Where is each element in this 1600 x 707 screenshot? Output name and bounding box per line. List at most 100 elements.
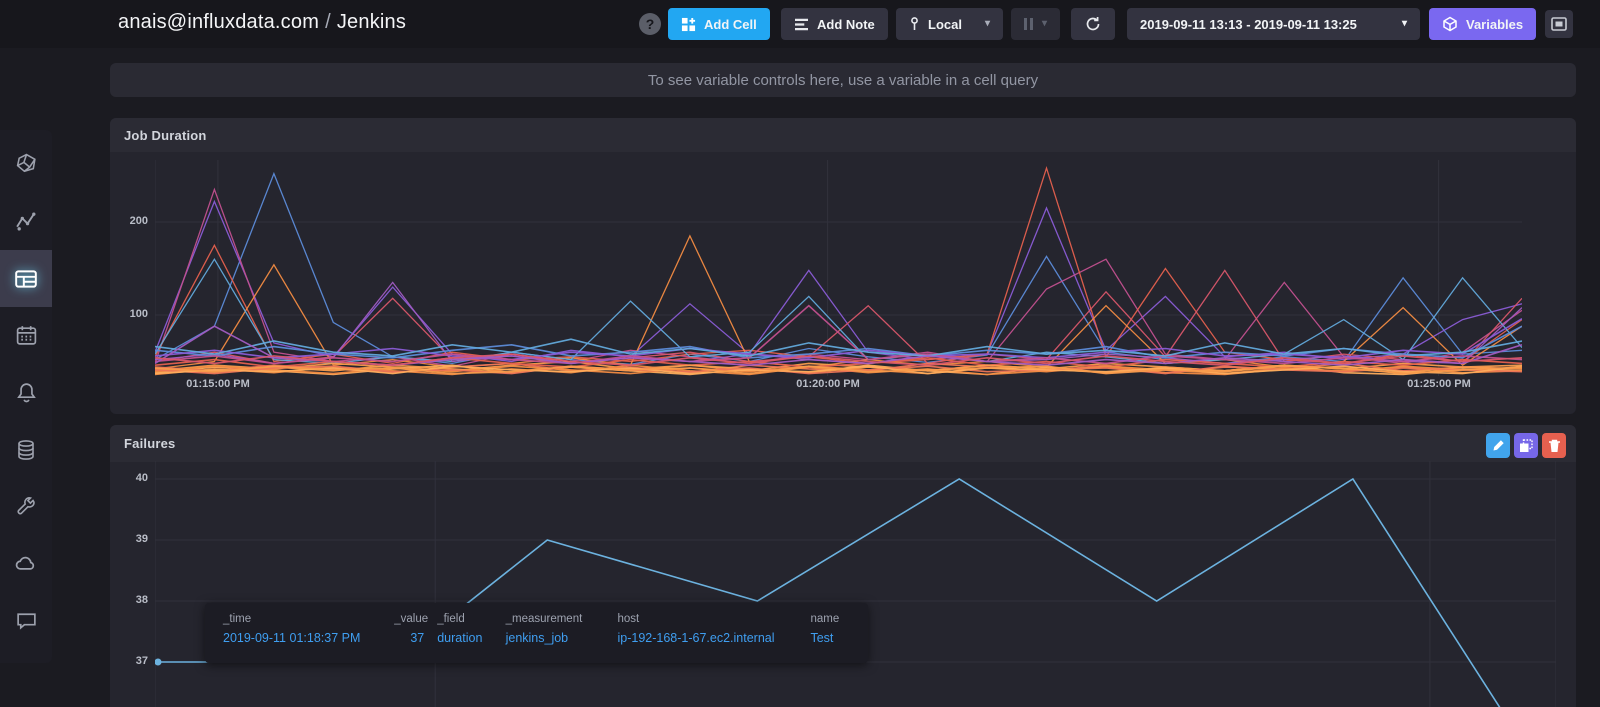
sidebar-item-alerts[interactable] — [0, 364, 52, 421]
breadcrumb-dashboard-name: Jenkins — [336, 11, 407, 33]
tooltip-column-label: _value — [394, 613, 429, 625]
pause-refresh-dropdown[interactable]: ▾ — [1011, 8, 1061, 40]
bell-icon — [16, 383, 36, 403]
timezone-label: Local — [928, 16, 962, 32]
failures-plot[interactable] — [155, 461, 1556, 707]
tooltip-column-value: 2019-09-11 01:18:37 PM — [223, 631, 361, 645]
left-nav-sidebar — [0, 130, 52, 663]
sidebar-item-load-data[interactable] — [0, 421, 52, 478]
y-axis-tick-label: 37 — [135, 655, 148, 667]
note-lines-icon — [795, 18, 808, 30]
add-note-label: Add Note — [817, 16, 875, 32]
add-cell-button[interactable]: Add Cell — [668, 8, 770, 40]
series-line — [155, 477, 1501, 707]
variables-notice-bar: To see variable controls here, use a var… — [110, 63, 1576, 97]
presentation-mode-icon — [1551, 17, 1567, 31]
refresh-icon — [1086, 17, 1100, 31]
pencil-icon — [1492, 440, 1504, 451]
variables-label: Variables — [1466, 16, 1524, 32]
trash-icon — [1548, 439, 1560, 452]
breadcrumb[interactable]: anais@influxdata.com / Jenkins — [118, 11, 406, 34]
tooltip-column-label: name — [810, 613, 840, 625]
add-cell-label: Add Cell — [704, 16, 757, 32]
cell-failures: Failures 40 39 38 37 _time 2019-09-11 01… — [110, 425, 1576, 707]
database-icon — [18, 439, 34, 460]
y-axis-tick-label: 38 — [135, 594, 148, 606]
cell-title: Failures — [124, 436, 176, 451]
x-axis-tick-label: 01:25:00 PM — [1407, 378, 1471, 390]
help-button[interactable]: ? — [639, 13, 661, 35]
variables-notice-text: To see variable controls here, use a var… — [647, 71, 1039, 89]
x-axis-tick-label: 01:15:00 PM — [186, 378, 250, 390]
delete-cell-button[interactable] — [1542, 433, 1566, 458]
variables-button[interactable]: Variables — [1429, 8, 1537, 40]
calendar-icon — [16, 326, 36, 345]
question-icon: ? — [645, 16, 655, 32]
tooltip-column: _time 2019-09-11 01:18:37 PM — [223, 613, 381, 653]
manual-refresh-button[interactable] — [1071, 8, 1115, 40]
sidebar-item-data-explorer[interactable] — [0, 193, 52, 250]
breadcrumb-separator: / — [325, 11, 331, 33]
duplicate-icon — [1520, 438, 1533, 452]
duplicate-cell-button[interactable] — [1514, 433, 1538, 458]
dashboards-icon — [15, 269, 37, 288]
y-axis-tick-label: 200 — [129, 215, 148, 227]
sidebar-item-influxdb-logo[interactable] — [0, 136, 52, 193]
cube-icon — [1443, 16, 1457, 32]
tooltip-column-value: 37 — [410, 631, 425, 645]
tooltip-column-value: duration — [437, 631, 483, 645]
y-axis-tick-label: 40 — [135, 472, 148, 484]
tooltip-column-value: jenkins_job — [505, 631, 569, 645]
chevron-down-icon: ▾ — [984, 18, 990, 29]
tooltip-column-value: Test — [810, 631, 834, 645]
y-axis-tick-label: 39 — [135, 533, 148, 545]
tooltip-column: _measurement jenkins_job — [506, 613, 605, 653]
series-line — [155, 234, 1522, 370]
chevron-down-icon: ▾ — [1401, 18, 1407, 29]
presentation-mode-button[interactable] — [1545, 10, 1573, 38]
sidebar-item-dashboards[interactable] — [0, 250, 52, 307]
series-line — [155, 165, 1522, 365]
x-axis-tick-label: 01:20:00 PM — [796, 378, 860, 390]
edit-cell-button[interactable] — [1486, 433, 1510, 458]
influxdb-dashboard-screen: anais@influxdata.com / Jenkins ? Add Cell … — [0, 0, 1600, 707]
wrench-icon — [17, 496, 35, 514]
cell-failures-header[interactable]: Failures — [110, 425, 1576, 462]
sidebar-item-cloud[interactable] — [0, 535, 52, 592]
tooltip-column: name Test — [810, 613, 850, 653]
add-cell-grid-icon — [681, 17, 696, 31]
tooltip-column: _value 37 — [394, 613, 429, 653]
cell-job-duration-header[interactable]: Job Duration — [110, 118, 1576, 152]
series-line — [155, 269, 1522, 365]
chat-bubble-icon — [16, 613, 36, 630]
chevron-down-icon: ▾ — [1042, 18, 1048, 29]
graph-line-icon — [15, 212, 35, 231]
time-range-dropdown[interactable]: 2019-09-11 13:13 - 2019-09-11 13:25 ▾ — [1127, 8, 1420, 40]
job-duration-plot[interactable] — [155, 160, 1522, 376]
influxdb-logo-icon — [16, 153, 36, 173]
top-nav-bar: anais@influxdata.com / Jenkins ? Add Cell … — [0, 0, 1600, 48]
y-axis-tick-label: 100 — [129, 308, 148, 320]
add-note-button[interactable]: Add Note — [781, 8, 888, 40]
series-line — [155, 187, 1522, 367]
pause-icon — [1024, 18, 1027, 30]
time-range-label: 2019-09-11 13:13 - 2019-09-11 13:25 — [1140, 16, 1357, 32]
tooltip-column-value: ip-192-168-1-67.ec2.internal — [617, 631, 775, 645]
hover-tooltip: _time 2019-09-11 01:18:37 PM _value 37 _… — [205, 603, 868, 663]
tooltip-column: _field duration — [437, 613, 492, 653]
sidebar-item-feedback[interactable] — [0, 592, 52, 649]
cell-action-buttons — [1486, 433, 1566, 458]
tooltip-column-label: _measurement — [505, 613, 583, 625]
sidebar-item-settings[interactable] — [0, 478, 52, 535]
tooltip-column: host ip-192-168-1-67.ec2.internal — [617, 613, 797, 653]
timezone-dropdown[interactable]: Local ▾ — [896, 8, 1003, 40]
tooltip-column-label: _field — [437, 613, 465, 625]
cell-job-duration: Job Duration 100 200 01:15:00 PM 01:20:00 … — [110, 118, 1576, 414]
cloud-icon — [15, 556, 35, 570]
sidebar-item-tasks[interactable] — [0, 307, 52, 364]
breadcrumb-user: anais@influxdata.com — [118, 11, 320, 33]
timezone-pin-icon — [911, 17, 918, 30]
tooltip-column-label: _time — [223, 613, 252, 625]
cell-title: Job Duration — [124, 127, 207, 143]
hover-point-marker — [155, 658, 162, 666]
